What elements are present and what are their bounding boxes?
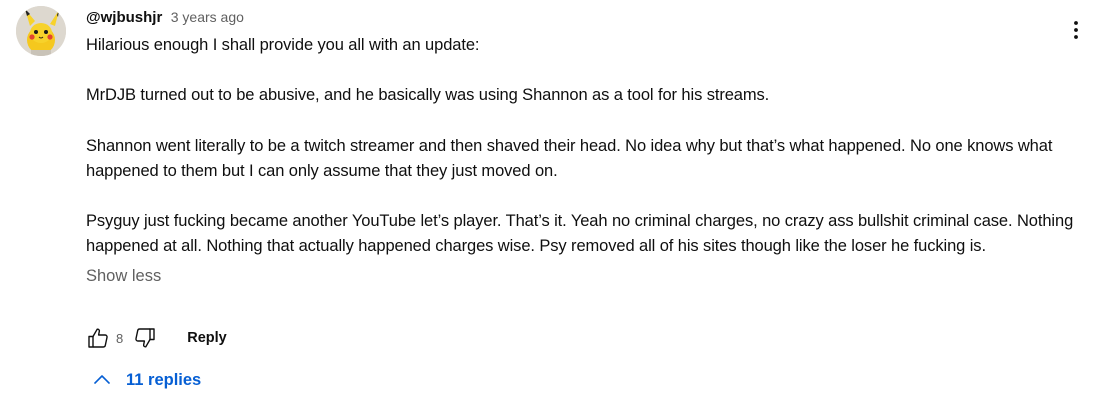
reply-button[interactable]: Reply — [187, 330, 227, 346]
view-replies-button[interactable]: 11 replies — [90, 368, 201, 392]
comment-body: @wjbushjr 3 years ago Hilarious enough I… — [86, 6, 1076, 286]
comment-text: Hilarious enough I shall provide you all… — [86, 33, 1076, 260]
more-vertical-icon[interactable] — [1064, 18, 1088, 42]
thumbs-down-icon[interactable] — [133, 326, 157, 350]
avatar[interactable] — [16, 6, 66, 56]
comment-paragraph: MrDJB turned out to be abusive, and he b… — [86, 86, 770, 105]
comment-paragraph: Psyguy just fucking became another YouTu… — [86, 212, 1074, 256]
show-less-button[interactable]: Show less — [86, 267, 161, 286]
replies-count-label: 11 replies — [126, 370, 202, 389]
like-count: 8 — [116, 330, 124, 346]
comment-paragraph: Shannon went literally to be a twitch st… — [86, 136, 1053, 180]
comment-header: @wjbushjr 3 years ago — [86, 6, 1076, 28]
comment-timestamp[interactable]: 3 years ago — [171, 9, 244, 25]
chevron-up-icon — [90, 368, 114, 392]
comment-paragraph: Hilarious enough I shall provide you all… — [86, 36, 480, 54]
thumbs-up-icon[interactable] — [86, 326, 110, 350]
author-name[interactable]: @wjbushjr — [86, 9, 162, 26]
pikachu-avatar-icon — [16, 6, 66, 56]
comment-actions: 8 Reply — [86, 324, 227, 352]
